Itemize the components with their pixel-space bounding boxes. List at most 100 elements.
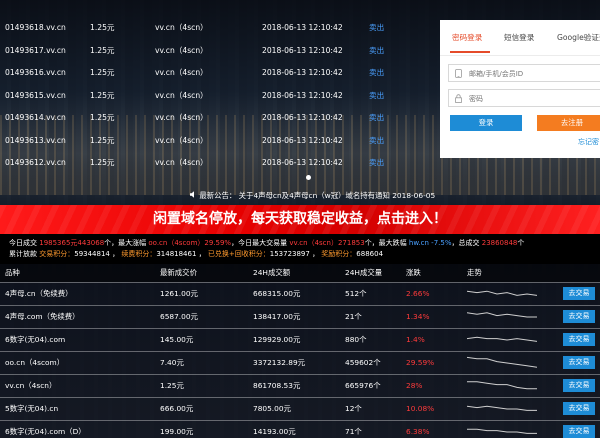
row-change: 2.66% <box>406 289 430 298</box>
announcement[interactable]: 最新公告： 关于4声母cn及4声母cn（w冠）域名持有通知 2018-06-05 <box>190 190 435 201</box>
recent-trades-list: 01493618.vv.cn 1.25元 vv.cn（4scn） 2018-06… <box>0 17 440 175</box>
trade-row: 01493614.vv.cn 1.25元 vv.cn（4scn） 2018-06… <box>0 107 440 130</box>
row-name[interactable]: 6数字(无04).com（D） <box>5 421 86 438</box>
stat-value: 314818461 <box>156 250 197 258</box>
header-count: 24H成交量 <box>345 268 383 277</box>
trend-sparkline <box>467 336 537 342</box>
trend-sparkline <box>467 356 537 368</box>
trend-line <box>467 356 537 368</box>
row-name[interactable]: 5数字(无04).cn <box>5 398 58 420</box>
row-volume: 138417.00元 <box>253 312 301 321</box>
stat-label: 个，最大跌幅 <box>364 239 409 247</box>
trade-status: 卖出 <box>369 113 385 122</box>
trade-domain[interactable]: 01493618.vv.cn <box>5 17 66 39</box>
trend-sparkline <box>467 405 537 411</box>
trade-row: 01493612.vv.cn 1.25元 vv.cn（4scn） 2018-06… <box>0 152 440 175</box>
trade-button[interactable]: 去交易 <box>563 379 595 392</box>
trade-date: 2018-06-13 12:10:42 <box>262 158 343 167</box>
forgot-password-link[interactable]: 忘记密 <box>578 137 599 147</box>
trade-domain[interactable]: 01493614.vv.cn <box>5 107 66 129</box>
tab-google-login[interactable]: Google验证登 <box>557 32 600 43</box>
table-row: 6数字(无04).com 145.00元 129929.00元 880个 1.4% 去交易 <box>0 328 600 351</box>
stat-value: 59344814 <box>74 250 110 258</box>
table-row: vv.cn（4scn） 1.25元 861708.53元 665976个 28% 去交易 <box>0 374 600 397</box>
promo-banner[interactable]: 闲置域名停放，每天获取稳定收益，点击进入！ <box>0 205 600 234</box>
trend-sparkline <box>467 290 537 296</box>
login-button[interactable]: 登录 <box>450 115 522 131</box>
trend-line <box>467 405 537 411</box>
account-input[interactable] <box>469 67 597 80</box>
trend-sparkline <box>467 381 537 390</box>
row-name[interactable]: 6数字(无04).com <box>5 329 65 351</box>
stat-label: 已兑换+回收积分： <box>207 250 270 258</box>
login-panel: 密码登录 短信登录 Google验证登 登录 去注册 忘记密 <box>440 20 600 158</box>
row-volume: 3372132.89元 <box>253 358 306 367</box>
trade-row: 01493615.vv.cn 1.25元 vv.cn（4scn） 2018-06… <box>0 85 440 108</box>
stat-value: oo.cn（4scom）29.59% <box>148 239 232 247</box>
trade-row: 01493618.vv.cn 1.25元 vv.cn（4scn） 2018-06… <box>0 17 440 40</box>
trade-date: 2018-06-13 12:10:42 <box>262 45 343 55</box>
row-count: 459602个 <box>345 358 381 367</box>
trade-button[interactable]: 去交易 <box>563 356 595 369</box>
header-name: 品种 <box>5 268 20 277</box>
account-field[interactable] <box>448 64 600 82</box>
stat-label: 个，最大涨幅 <box>104 239 149 247</box>
trend-line <box>467 381 537 390</box>
trade-row: 01493613.vv.cn 1.25元 vv.cn（4scn） 2018-06… <box>0 130 440 153</box>
trend-line <box>467 336 537 342</box>
trend-line <box>467 312 537 318</box>
row-name[interactable]: 4声母.cn（免续费） <box>5 283 73 305</box>
trade-price: 1.25元 <box>90 45 115 55</box>
password-input[interactable] <box>469 92 597 105</box>
row-change: 28% <box>406 381 423 390</box>
trade-domain[interactable]: 01493617.vv.cn <box>5 40 66 62</box>
trend-sparkline <box>467 312 537 318</box>
tab-password-login[interactable]: 密码登录 <box>452 32 482 43</box>
trade-domain[interactable]: 01493612.vv.cn <box>5 152 66 174</box>
row-count: 12个 <box>345 404 362 413</box>
trade-button[interactable]: 去交易 <box>563 333 595 346</box>
trade-domain[interactable]: 01493616.vv.cn <box>5 62 66 84</box>
row-volume: 14193.00元 <box>253 427 296 436</box>
trade-button[interactable]: 去交易 <box>563 402 595 415</box>
row-name[interactable]: oo.cn（4scom） <box>5 352 64 374</box>
trade-button[interactable]: 去交易 <box>563 425 595 438</box>
tab-sms-login[interactable]: 短信登录 <box>504 32 534 43</box>
trade-price: 1.25元 <box>90 23 115 32</box>
row-price: 199.00元 <box>160 427 194 436</box>
trade-button[interactable]: 去交易 <box>563 310 595 323</box>
stat-label: ，今日最大交易量 <box>231 239 290 247</box>
table-header: 品种 最新成交价 24H成交额 24H成交量 涨跌 走势 <box>0 264 600 282</box>
header-change: 涨跌 <box>406 268 421 277</box>
table-row: 4声母.com（免续费） 6587.00元 138417.00元 21个 1.34% 去交… <box>0 305 600 328</box>
trade-status: 卖出 <box>369 158 385 167</box>
trend-line <box>467 428 537 434</box>
active-tab-indicator <box>450 51 490 53</box>
trade-domain[interactable]: 01493615.vv.cn <box>5 85 66 107</box>
row-price: 1261.00元 <box>160 289 198 298</box>
trade-status: 卖出 <box>369 45 385 55</box>
table-row: 4声母.cn（免续费） 1261.00元 668315.00元 512个 2.66% 去交… <box>0 282 600 305</box>
stat-value: 1985365元 <box>39 239 78 247</box>
row-change: 10.08% <box>406 404 435 413</box>
trade-button[interactable]: 去交易 <box>563 287 595 300</box>
carousel-dot[interactable] <box>306 175 311 180</box>
trade-row: 01493616.vv.cn 1.25元 vv.cn（4scn） 2018-06… <box>0 62 440 85</box>
password-field[interactable] <box>448 89 600 107</box>
stats-today: 今日成交 1985365元443068个，最大涨幅 oo.cn（4scom）29… <box>9 238 524 248</box>
register-button[interactable]: 去注册 <box>537 115 600 131</box>
trade-domain[interactable]: 01493613.vv.cn <box>5 130 66 152</box>
row-name[interactable]: 4声母.com（免续费） <box>5 306 80 328</box>
lock-icon <box>455 94 462 103</box>
stat-label: ，总成交 <box>451 239 482 247</box>
trade-price: 1.25元 <box>90 158 115 167</box>
row-name[interactable]: vv.cn（4scn） <box>5 375 56 397</box>
header-trend: 走势 <box>467 268 482 277</box>
trend-sparkline <box>467 428 537 434</box>
stat-value: vv.cn（4scn）271853 <box>289 239 365 247</box>
table-row: 5数字(无04).cn 666.00元 7805.00元 12个 10.08% 去交易 <box>0 397 600 420</box>
header-price: 最新成交价 <box>160 268 197 277</box>
trade-date: 2018-06-13 12:10:42 <box>262 90 343 100</box>
row-change: 29.59% <box>406 358 435 367</box>
row-count: 665976个 <box>345 381 381 390</box>
